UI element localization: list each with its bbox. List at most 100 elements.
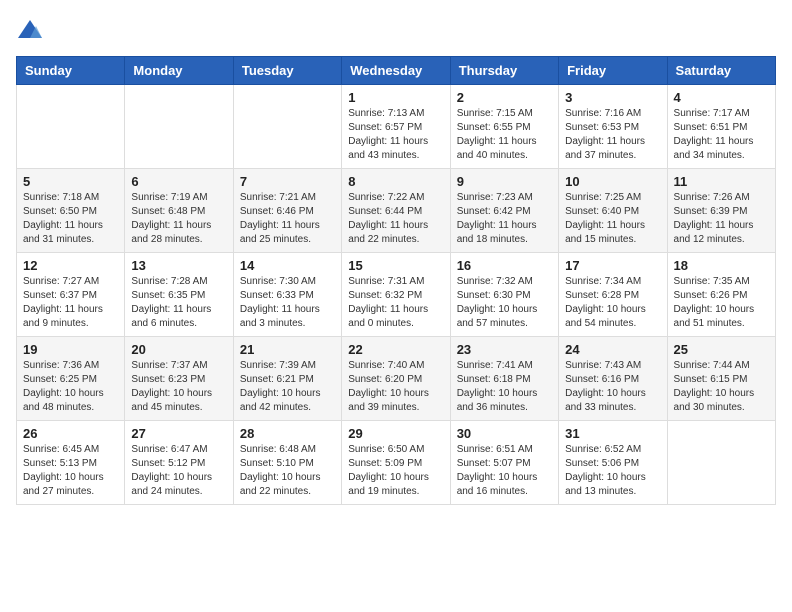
calendar-cell: 2Sunrise: 7:15 AM Sunset: 6:55 PM Daylig… <box>450 85 558 169</box>
day-info: Sunrise: 7:21 AM Sunset: 6:46 PM Dayligh… <box>240 191 335 247</box>
day-number: 28 <box>240 426 335 441</box>
calendar-cell <box>233 85 341 169</box>
day-info: Sunrise: 7:22 AM Sunset: 6:44 PM Dayligh… <box>348 191 443 247</box>
calendar-cell: 4 Sunrise: 7:17 AM Sunset: 6:51 PM Daylig… <box>667 85 775 169</box>
day-info: Sunrise: 7:32 AM Sunset: 6:30 PM Dayligh… <box>457 275 552 331</box>
day-number: 29 <box>348 426 443 441</box>
page-header <box>16 16 776 44</box>
calendar-cell: 24Sunrise: 7:43 AM Sunset: 6:16 PM Dayli… <box>559 337 667 421</box>
calendar-cell: 25 Sunrise: 7:44 AM Sunset: 6:15 PM Dayli… <box>667 337 775 421</box>
calendar-cell: 1 Sunrise: 7:13 AM Sunset: 6:57 PM Daylig… <box>342 85 450 169</box>
calendar-cell <box>667 421 775 505</box>
day-number: 23 <box>457 342 552 357</box>
day-info: Sunrise: 7:23 AM Sunset: 6:42 PM Dayligh… <box>457 191 552 247</box>
calendar-cell: 6 Sunrise: 7:19 AM Sunset: 6:48 PM Daylig… <box>125 169 233 253</box>
calendar-cell: 12 Sunrise: 7:27 AM Sunset: 6:37 PM Dayli… <box>17 253 125 337</box>
logo <box>16 16 48 44</box>
calendar-cell <box>17 85 125 169</box>
day-info: Sunrise: 7:28 AM Sunset: 6:35 PM Dayligh… <box>131 275 226 331</box>
calendar-cell: 15Sunrise: 7:31 AM Sunset: 6:32 PM Dayli… <box>342 253 450 337</box>
calendar-cell <box>125 85 233 169</box>
day-info: Sunrise: 7:35 AM Sunset: 6:26 PM Dayligh… <box>674 275 769 331</box>
calendar-cell: 8 Sunrise: 7:22 AM Sunset: 6:44 PM Daylig… <box>342 169 450 253</box>
calendar-cell: 29 Sunrise: 6:50 AM Sunset: 5:09 PM Dayli… <box>342 421 450 505</box>
day-of-week-header: Wednesday <box>342 57 450 85</box>
day-number: 12 <box>23 258 118 273</box>
calendar-cell: 13Sunrise: 7:28 AM Sunset: 6:35 PM Dayli… <box>125 253 233 337</box>
day-info: Sunrise: 6:48 AM Sunset: 5:10 PM Dayligh… <box>240 443 335 499</box>
day-info: Sunrise: 7:40 AM Sunset: 6:20 PM Dayligh… <box>348 359 443 415</box>
logo-icon <box>16 16 44 44</box>
day-number: 11 <box>674 174 769 189</box>
day-number: 27 <box>131 426 226 441</box>
day-info: Sunrise: 7:18 AM Sunset: 6:50 PM Dayligh… <box>23 191 118 247</box>
calendar-cell: 16Sunrise: 7:32 AM Sunset: 6:30 PM Dayli… <box>450 253 558 337</box>
day-number: 10 <box>565 174 660 189</box>
calendar-week-row: 19 Sunrise: 7:36 AM Sunset: 6:25 PM Dayli… <box>17 337 776 421</box>
day-number: 4 <box>674 90 769 105</box>
day-of-week-header: Sunday <box>17 57 125 85</box>
day-info: Sunrise: 7:37 AM Sunset: 6:23 PM Dayligh… <box>131 359 226 415</box>
calendar-cell: 31 Sunrise: 6:52 AM Sunset: 5:06 PM Dayli… <box>559 421 667 505</box>
calendar-cell: 28 Sunrise: 6:48 AM Sunset: 5:10 PM Dayli… <box>233 421 341 505</box>
calendar-cell: 5 Sunrise: 7:18 AM Sunset: 6:50 PM Daylig… <box>17 169 125 253</box>
day-number: 17 <box>565 258 660 273</box>
calendar-table: SundayMondayTuesdayWednesdayThursdayFrid… <box>16 56 776 505</box>
day-number: 31 <box>565 426 660 441</box>
day-number: 1 <box>348 90 443 105</box>
day-number: 6 <box>131 174 226 189</box>
calendar-week-row: 12 Sunrise: 7:27 AM Sunset: 6:37 PM Dayli… <box>17 253 776 337</box>
calendar-cell: 18 Sunrise: 7:35 AM Sunset: 6:26 PM Dayli… <box>667 253 775 337</box>
day-info: Sunrise: 6:52 AM Sunset: 5:06 PM Dayligh… <box>565 443 660 499</box>
day-info: Sunrise: 7:26 AM Sunset: 6:39 PM Dayligh… <box>674 191 769 247</box>
day-info: Sunrise: 7:16 AM Sunset: 6:53 PM Dayligh… <box>565 107 660 163</box>
day-number: 9 <box>457 174 552 189</box>
calendar-cell: 30 Sunrise: 6:51 AM Sunset: 5:07 PM Dayli… <box>450 421 558 505</box>
day-number: 7 <box>240 174 335 189</box>
calendar-cell: 7 Sunrise: 7:21 AM Sunset: 6:46 PM Daylig… <box>233 169 341 253</box>
calendar-week-row: 1 Sunrise: 7:13 AM Sunset: 6:57 PM Daylig… <box>17 85 776 169</box>
day-info: Sunrise: 7:41 AM Sunset: 6:18 PM Dayligh… <box>457 359 552 415</box>
calendar-cell: 27 Sunrise: 6:47 AM Sunset: 5:12 PM Dayli… <box>125 421 233 505</box>
day-info: Sunrise: 7:34 AM Sunset: 6:28 PM Dayligh… <box>565 275 660 331</box>
calendar-cell: 9 Sunrise: 7:23 AM Sunset: 6:42 PM Daylig… <box>450 169 558 253</box>
day-info: Sunrise: 6:51 AM Sunset: 5:07 PM Dayligh… <box>457 443 552 499</box>
day-info: Sunrise: 6:45 AM Sunset: 5:13 PM Dayligh… <box>23 443 118 499</box>
calendar-cell: 3 Sunrise: 7:16 AM Sunset: 6:53 PM Daylig… <box>559 85 667 169</box>
day-info: Sunrise: 7:36 AM Sunset: 6:25 PM Dayligh… <box>23 359 118 415</box>
day-info: Sunrise: 7:43 AM Sunset: 6:16 PM Dayligh… <box>565 359 660 415</box>
day-info: Sunrise: 7:13 AM Sunset: 6:57 PM Dayligh… <box>348 107 443 163</box>
day-info: Sunrise: 7:25 AM Sunset: 6:40 PM Dayligh… <box>565 191 660 247</box>
day-of-week-header: Saturday <box>667 57 775 85</box>
calendar-cell: 19 Sunrise: 7:36 AM Sunset: 6:25 PM Dayli… <box>17 337 125 421</box>
calendar-cell: 23 Sunrise: 7:41 AM Sunset: 6:18 PM Dayli… <box>450 337 558 421</box>
day-info: Sunrise: 7:44 AM Sunset: 6:15 PM Dayligh… <box>674 359 769 415</box>
calendar-cell: 17 Sunrise: 7:34 AM Sunset: 6:28 PM Dayli… <box>559 253 667 337</box>
calendar-cell: 14Sunrise: 7:30 AM Sunset: 6:33 PM Dayli… <box>233 253 341 337</box>
day-info: Sunrise: 6:50 AM Sunset: 5:09 PM Dayligh… <box>348 443 443 499</box>
day-info: Sunrise: 7:17 AM Sunset: 6:51 PM Dayligh… <box>674 107 769 163</box>
calendar-cell: 11 Sunrise: 7:26 AM Sunset: 6:39 PM Dayli… <box>667 169 775 253</box>
day-number: 21 <box>240 342 335 357</box>
day-of-week-header: Monday <box>125 57 233 85</box>
day-number: 18 <box>674 258 769 273</box>
day-of-week-header: Thursday <box>450 57 558 85</box>
day-info: Sunrise: 7:30 AM Sunset: 6:33 PM Dayligh… <box>240 275 335 331</box>
calendar-cell: 21Sunrise: 7:39 AM Sunset: 6:21 PM Dayli… <box>233 337 341 421</box>
day-number: 30 <box>457 426 552 441</box>
day-info: Sunrise: 7:27 AM Sunset: 6:37 PM Dayligh… <box>23 275 118 331</box>
day-info: Sunrise: 7:19 AM Sunset: 6:48 PM Dayligh… <box>131 191 226 247</box>
day-number: 19 <box>23 342 118 357</box>
day-info: Sunrise: 7:15 AM Sunset: 6:55 PM Dayligh… <box>457 107 552 163</box>
day-number: 22 <box>348 342 443 357</box>
day-info: Sunrise: 6:47 AM Sunset: 5:12 PM Dayligh… <box>131 443 226 499</box>
calendar-week-row: 5 Sunrise: 7:18 AM Sunset: 6:50 PM Daylig… <box>17 169 776 253</box>
day-of-week-header: Tuesday <box>233 57 341 85</box>
day-number: 5 <box>23 174 118 189</box>
day-number: 8 <box>348 174 443 189</box>
calendar-cell: 26 Sunrise: 6:45 AM Sunset: 5:13 PM Dayli… <box>17 421 125 505</box>
day-number: 26 <box>23 426 118 441</box>
calendar-cell: 10 Sunrise: 7:25 AM Sunset: 6:40 PM Dayli… <box>559 169 667 253</box>
day-number: 3 <box>565 90 660 105</box>
day-number: 25 <box>674 342 769 357</box>
